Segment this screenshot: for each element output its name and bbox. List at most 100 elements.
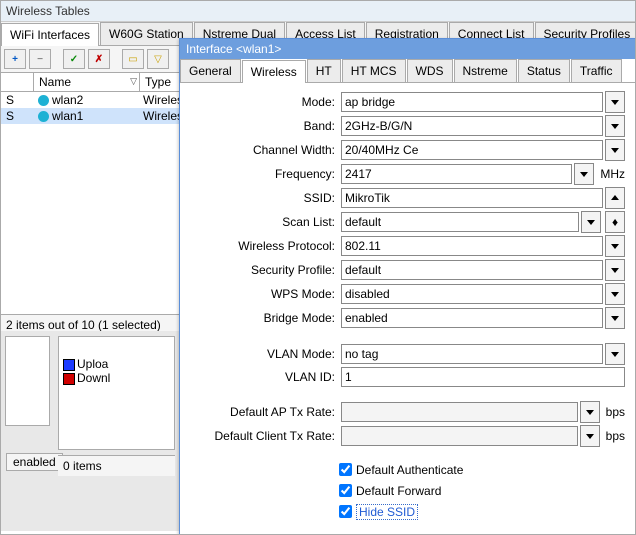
tab-wireless[interactable]: Wireless	[242, 60, 306, 83]
ssid-label: SSID:	[180, 191, 341, 205]
bottom-panels: enabled Uploa Downl 0 items	[1, 331, 179, 531]
comment-button[interactable]: ▭	[122, 49, 144, 69]
tab-ht[interactable]: HT	[307, 59, 341, 82]
interface-properties-window: Interface <wlan1> GeneralWirelessHTHT MC…	[179, 38, 636, 535]
field-row-scan: Scan List: ♦	[180, 211, 635, 233]
bridge-dropdown-button[interactable]	[605, 307, 625, 329]
vmode-input[interactable]	[341, 344, 603, 364]
field-row-cw: Channel Width:	[180, 139, 635, 161]
download-color-icon	[63, 373, 75, 385]
aptx-expand-button[interactable]	[580, 401, 600, 423]
cltx-unit: bps	[606, 429, 625, 443]
row-flag: S	[1, 92, 33, 108]
checkbox-row-auth: Default Authenticate	[335, 459, 635, 480]
wireless-form: Mode: Band: Channel Width: Frequency: MHz SSI…	[180, 83, 635, 528]
parent-tab-wifi-interfaces[interactable]: WiFi Interfaces	[1, 23, 99, 46]
wifi-icon	[38, 95, 49, 106]
checkbox-row-hides: Hide SSID	[335, 501, 635, 522]
bridge-input[interactable]	[341, 308, 603, 328]
legend-row: Downl	[63, 371, 170, 385]
wifi-icon	[38, 111, 49, 122]
auth-checkbox[interactable]	[339, 463, 352, 476]
tab-general[interactable]: General	[180, 59, 241, 82]
checkbox-row-fwd: Default Forward	[335, 480, 635, 501]
disable-button[interactable]: ✗	[88, 49, 110, 69]
scan-dropdown-button[interactable]	[581, 211, 601, 233]
cltx-input[interactable]	[341, 426, 578, 446]
row-name: wlan2	[33, 92, 138, 108]
col-name[interactable]: Name	[34, 73, 140, 91]
field-row-cltx: Default Client Tx Rate: bps	[180, 425, 635, 447]
ssid-input[interactable]	[341, 188, 603, 208]
aptx-input[interactable]	[341, 402, 578, 422]
scan-input[interactable]	[341, 212, 579, 232]
vmode-label: VLAN Mode:	[180, 347, 341, 361]
remove-button[interactable]: −	[29, 49, 51, 69]
freq-dropdown-button[interactable]	[574, 163, 594, 185]
field-row-wps: WPS Mode:	[180, 283, 635, 305]
legend-row: Uploa	[63, 357, 170, 371]
freq-input[interactable]	[341, 164, 572, 184]
cltx-label: Default Client Tx Rate:	[180, 429, 341, 443]
field-row-ssid: SSID:	[180, 187, 635, 209]
ssid-up-button[interactable]	[605, 187, 625, 209]
scan-label: Scan List:	[180, 215, 341, 229]
cw-input[interactable]	[341, 140, 603, 160]
field-row-aptx: Default AP Tx Rate: bps	[180, 401, 635, 423]
wps-dropdown-button[interactable]	[605, 283, 625, 305]
sec-dropdown-button[interactable]	[605, 259, 625, 281]
field-row-mode: Mode:	[180, 91, 635, 113]
field-row-vmode: VLAN Mode:	[180, 343, 635, 365]
tab-status[interactable]: Status	[518, 59, 570, 82]
enable-button[interactable]: ✓	[63, 49, 85, 69]
wps-input[interactable]	[341, 284, 603, 304]
aptx-label: Default AP Tx Rate:	[180, 405, 341, 419]
upload-label: Uploa	[77, 357, 108, 371]
items-count: 0 items	[58, 455, 175, 476]
field-row-sec: Security Profile:	[180, 259, 635, 281]
cw-dropdown-button[interactable]	[605, 139, 625, 161]
mode-label: Mode:	[180, 95, 341, 109]
tab-traffic[interactable]: Traffic	[571, 59, 622, 82]
download-label: Downl	[77, 371, 110, 385]
fwd-checkbox[interactable]	[339, 484, 352, 497]
hides-checkbox[interactable]	[339, 505, 352, 518]
checkbox-label: Hide SSID	[356, 504, 418, 520]
mode-input[interactable]	[341, 92, 603, 112]
add-button[interactable]: +	[4, 49, 26, 69]
field-row-vid: VLAN ID:	[180, 367, 635, 387]
proto-dropdown-button[interactable]	[605, 235, 625, 257]
sec-input[interactable]	[341, 260, 603, 280]
cltx-expand-button[interactable]	[580, 425, 600, 447]
field-row-band: Band:	[180, 115, 635, 137]
cw-label: Channel Width:	[180, 143, 341, 157]
vid-label: VLAN ID:	[180, 370, 341, 384]
row-name: wlan1	[33, 108, 138, 124]
wireless-tables-title: Wireless Tables	[1, 1, 635, 22]
band-label: Band:	[180, 119, 341, 133]
tab-nstreme[interactable]: Nstreme	[454, 59, 517, 82]
band-input[interactable]	[341, 116, 603, 136]
wps-label: WPS Mode:	[180, 287, 341, 301]
filter-button[interactable]: ▽	[147, 49, 169, 69]
wireless-tables-window: Wireless Tables WiFi InterfacesW60G Stat…	[0, 0, 636, 535]
freq-unit: MHz	[600, 167, 625, 181]
freq-label: Frequency:	[180, 167, 341, 181]
field-row-proto: Wireless Protocol:	[180, 235, 635, 257]
mode-dropdown-button[interactable]	[605, 91, 625, 113]
field-row-bridge: Bridge Mode:	[180, 307, 635, 329]
checkbox-label: Default Forward	[356, 484, 441, 498]
band-dropdown-button[interactable]	[605, 115, 625, 137]
scan-add-button[interactable]: ♦	[605, 211, 625, 233]
interface-tabs: GeneralWirelessHTHT MCSWDSNstremeStatusT…	[180, 59, 635, 83]
proto-label: Wireless Protocol:	[180, 239, 341, 253]
vmode-dropdown-button[interactable]	[605, 343, 625, 365]
proto-input[interactable]	[341, 236, 603, 256]
tab-ht-mcs[interactable]: HT MCS	[342, 59, 406, 82]
vid-input[interactable]	[341, 367, 625, 387]
col-flag[interactable]	[1, 73, 34, 91]
aptx-unit: bps	[606, 405, 625, 419]
upload-color-icon	[63, 359, 75, 371]
tab-wds[interactable]: WDS	[407, 59, 453, 82]
checkbox-label: Default Authenticate	[356, 463, 463, 477]
